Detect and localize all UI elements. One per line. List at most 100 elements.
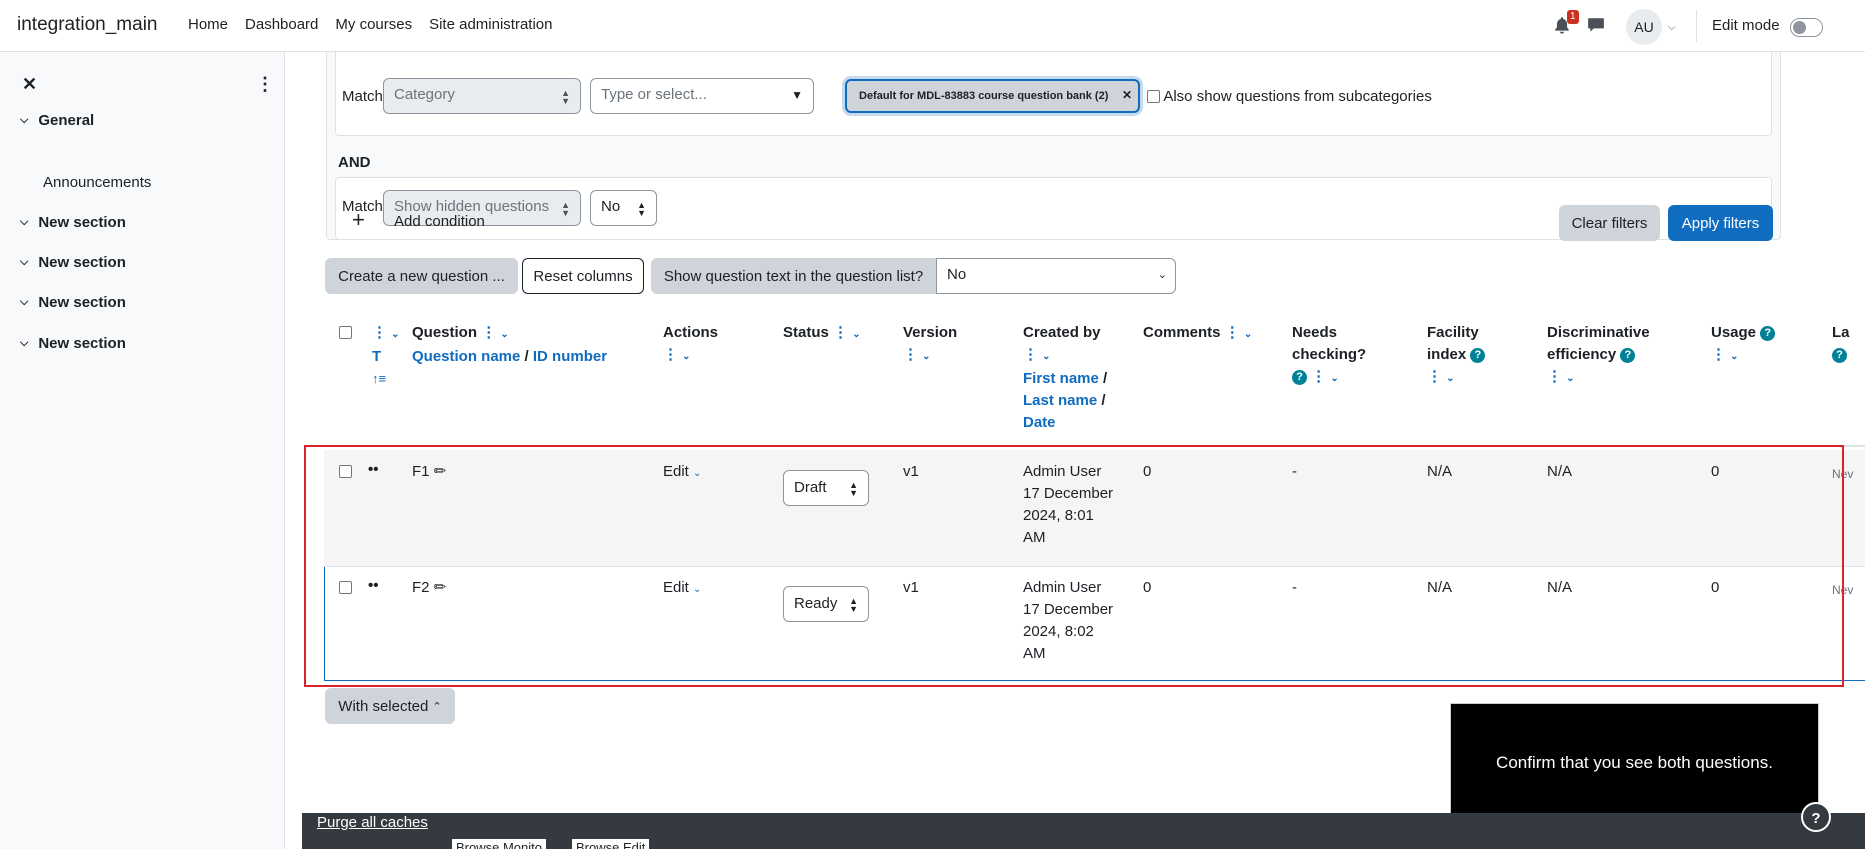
nav-site-administration[interactable]: Site administration xyxy=(429,16,552,33)
sort-id-number-link[interactable]: ID number xyxy=(533,348,607,365)
header-disc-label-2: efficiency xyxy=(1547,346,1617,363)
sort-last-name-link[interactable]: Last name xyxy=(1023,392,1097,409)
drawer-section-new-3[interactable]: ⌵ New section xyxy=(20,294,126,311)
chevron-down-icon[interactable]: ⌄ xyxy=(1244,329,1252,340)
filter-type-select[interactable]: Category ▲ ▼ xyxy=(383,78,581,114)
chevron-down-icon[interactable]: ⌄ xyxy=(1566,373,1574,384)
chevron-down-icon[interactable]: ⌄ xyxy=(1446,373,1454,384)
header-comments: Comments ⋮ ⌄ xyxy=(1143,322,1252,346)
chat-icon[interactable] xyxy=(1587,17,1605,33)
chevron-down-icon[interactable]: ⌵ xyxy=(1668,22,1676,33)
header-created-by: Created by ⋮ ⌄ First name / Last name / … xyxy=(1023,324,1108,431)
header-status: Status ⋮ ⌄ xyxy=(783,322,861,346)
hidden-questions-select[interactable]: No ▲ ▼ xyxy=(590,190,657,226)
reset-columns-button[interactable]: Reset columns xyxy=(522,258,644,294)
help-icon[interactable]: ? xyxy=(1760,326,1776,341)
main-content: Match Category ▲ ▼ Type or select... ▼ De… xyxy=(286,52,1865,849)
drawer-item-announcements[interactable]: Announcements xyxy=(43,174,151,191)
kebab-menu-icon[interactable]: ⋮ xyxy=(1711,346,1726,363)
chevron-down-icon[interactable]: ⌵ xyxy=(20,216,28,229)
site-brand[interactable]: integration_main xyxy=(17,14,157,36)
add-condition-button[interactable]: Add condition xyxy=(394,213,485,230)
chevron-down-icon[interactable]: ⌄ xyxy=(682,351,690,362)
drawer-section-new-1[interactable]: ⌵ New section xyxy=(20,214,126,231)
select-all-checkbox[interactable] xyxy=(339,326,352,339)
drawer-section-new-4[interactable]: ⌵ New section xyxy=(20,335,126,352)
chevron-down-icon[interactable]: ⌄ xyxy=(391,329,399,340)
hidden-questions-value: No xyxy=(601,198,621,215)
kebab-menu-icon[interactable]: ⋮ xyxy=(1311,368,1326,385)
drawer-section-label: New section xyxy=(38,294,126,311)
sort-type-link[interactable]: T xyxy=(372,348,381,365)
drawer-section-new-2[interactable]: ⌵ New section xyxy=(20,254,126,271)
help-icon[interactable]: ? xyxy=(1832,348,1847,363)
help-circle-icon[interactable]: ? xyxy=(1801,802,1831,832)
kebab-menu-icon[interactable]: ⋮ xyxy=(903,346,918,363)
chevron-down-icon[interactable]: ⌵ xyxy=(20,296,28,309)
category-autocomplete[interactable]: Type or select... ▼ xyxy=(590,78,814,114)
kebab-menu-icon[interactable]: ⋮ xyxy=(1023,346,1038,363)
close-icon[interactable]: ✕ xyxy=(22,74,37,95)
footer-browse-monitor-button[interactable]: Browse Monito xyxy=(451,838,547,849)
course-index-drawer: ✕ ⋮ ⌵ General Announcements ⌵ New sectio… xyxy=(0,52,285,849)
header-created-by-label: Created by xyxy=(1023,324,1101,341)
chevron-down-icon[interactable]: ⌵ xyxy=(20,337,28,350)
clear-filters-button[interactable]: Clear filters xyxy=(1559,205,1660,241)
chevron-down-icon: ⌄ xyxy=(1157,269,1167,281)
nav-my-courses[interactable]: My courses xyxy=(335,16,412,33)
selected-category-label: Default for MDL-83883 course question ba… xyxy=(859,90,1109,102)
nav-dashboard[interactable]: Dashboard xyxy=(245,16,318,33)
chevron-down-icon[interactable]: ⌄ xyxy=(1330,373,1338,384)
chevron-down-icon[interactable]: ⌵ xyxy=(20,114,28,127)
primary-nav: Home Dashboard My courses Site administr… xyxy=(188,16,570,33)
sort-ascending-icon[interactable]: ↑≡ xyxy=(372,371,386,386)
chevron-down-icon[interactable]: ⌵ xyxy=(20,256,28,269)
sort-question-name-link[interactable]: Question name xyxy=(412,348,520,365)
sort-arrows-icon: ▲ ▼ xyxy=(561,200,570,218)
help-icon[interactable]: ? xyxy=(1470,348,1486,363)
chevron-down-icon[interactable]: ⌄ xyxy=(1042,351,1050,362)
chevron-down-icon[interactable]: ⌄ xyxy=(852,329,860,340)
subcategories-checkbox[interactable] xyxy=(1147,90,1160,103)
apply-filters-button[interactable]: Apply filters xyxy=(1668,205,1773,241)
sort-first-name-link[interactable]: First name xyxy=(1023,370,1099,387)
chevron-down-icon[interactable]: ⌄ xyxy=(1730,351,1738,362)
header-disc-label-1: Discriminative xyxy=(1547,324,1650,341)
kebab-menu-icon[interactable]: ⋮ xyxy=(256,74,274,95)
kebab-menu-icon[interactable]: ⋮ xyxy=(1427,368,1442,385)
kebab-menu-icon[interactable]: ⋮ xyxy=(1225,324,1240,341)
selected-category-chip[interactable]: Default for MDL-83883 course question ba… xyxy=(845,79,1140,113)
header-comments-label: Comments xyxy=(1143,324,1221,341)
drawer-section-label: General xyxy=(38,112,95,129)
header-last-used-label: La xyxy=(1832,324,1850,341)
drawer-section-label: New section xyxy=(38,214,126,231)
avatar[interactable]: AU xyxy=(1626,9,1662,45)
chevron-down-icon[interactable]: ⌄ xyxy=(500,329,508,340)
create-new-question-button[interactable]: Create a new question ... xyxy=(325,258,518,294)
top-navbar: integration_main Home Dashboard My cours… xyxy=(0,0,1865,52)
sort-date-link[interactable]: Date xyxy=(1023,414,1056,431)
remove-chip-icon[interactable]: ✕ xyxy=(1122,88,1132,102)
help-icon[interactable]: ? xyxy=(1292,370,1307,385)
nav-home[interactable]: Home xyxy=(188,16,228,33)
kebab-menu-icon[interactable]: ⋮ xyxy=(663,346,678,363)
drawer-section-general[interactable]: ⌵ General xyxy=(20,112,94,129)
chevron-down-icon[interactable]: ⌄ xyxy=(922,351,930,362)
footer-browse-edit-button[interactable]: Browse Edit xyxy=(571,838,651,849)
show-question-text-select[interactable]: No ⌄ xyxy=(936,258,1176,294)
dropdown-triangle-icon[interactable]: ▼ xyxy=(791,89,803,101)
kebab-menu-icon[interactable]: ⋮ xyxy=(833,324,848,341)
help-icon[interactable]: ? xyxy=(1620,348,1636,363)
show-question-text-label: Show question text in the question list? xyxy=(651,258,936,294)
edit-mode-toggle[interactable] xyxy=(1790,18,1823,37)
kebab-menu-icon[interactable]: ⋮ xyxy=(1547,368,1562,385)
header-actions-label: Actions xyxy=(663,324,719,341)
purge-caches-link[interactable]: Purge all caches xyxy=(317,814,428,831)
subcategories-option[interactable]: Also show questions from subcategories xyxy=(1147,88,1432,105)
kebab-menu-icon[interactable]: ⋮ xyxy=(372,324,387,341)
header-last-used: La ? xyxy=(1832,322,1850,366)
plus-icon[interactable]: + xyxy=(352,209,365,231)
with-selected-button[interactable]: With selected ⌃ xyxy=(325,688,455,724)
kebab-menu-icon[interactable]: ⋮ xyxy=(481,324,496,341)
match-label: Match xyxy=(342,88,383,105)
